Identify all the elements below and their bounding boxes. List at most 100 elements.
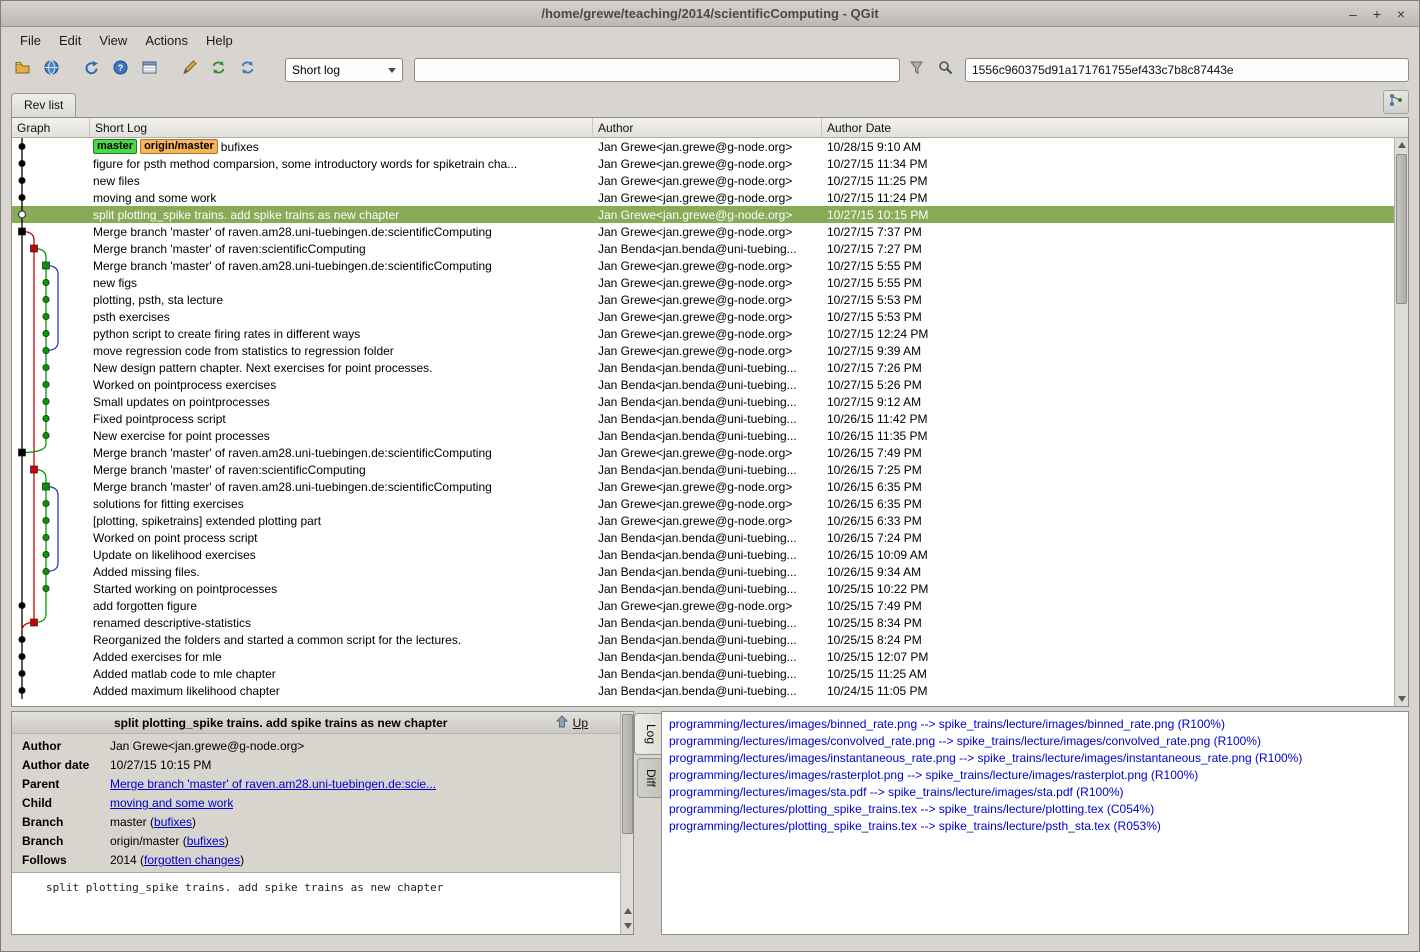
commit-log-text: new figs [93, 276, 137, 290]
commit-row[interactable]: Merge branch 'master' of raven.am28.uni-… [12, 444, 1394, 461]
menu-help[interactable]: Help [197, 30, 242, 51]
commit-row[interactable]: New exercise for point processesJan Bend… [12, 427, 1394, 444]
browse-web-button[interactable] [38, 57, 64, 83]
commit-row[interactable]: Update on likelihood exercisesJan Benda<… [12, 546, 1394, 563]
up-button[interactable]: Up [555, 715, 588, 731]
scroll-thumb[interactable] [1396, 154, 1407, 304]
tab-rev-list[interactable]: Rev list [11, 93, 76, 117]
commit-row[interactable]: Reorganized the folders and started a co… [12, 631, 1394, 648]
commit-row[interactable]: Added maximum likelihood chapterJan Bend… [12, 682, 1394, 699]
commit-row[interactable]: Started working on pointprocessesJan Ben… [12, 580, 1394, 597]
help-button[interactable]: ? [107, 57, 133, 83]
detail-field-label: Author date [22, 756, 110, 775]
commit-log-text: add forgotten figure [93, 599, 197, 613]
commit-row[interactable]: add forgotten figureJan Grewe<jan.grewe@… [12, 597, 1394, 614]
menu-actions[interactable]: Actions [136, 30, 197, 51]
commit-row[interactable]: move regression code from statistics to … [12, 342, 1394, 359]
commit-author: Jan Grewe<jan.grewe@g-node.org> [593, 140, 822, 154]
minimize-button[interactable]: – [1341, 4, 1365, 24]
detail-scroll-thumb[interactable] [622, 714, 633, 834]
view-revisions-button[interactable] [136, 57, 162, 83]
commit-row[interactable]: Merge branch 'master' of raven:scientifi… [12, 461, 1394, 478]
detail-link[interactable]: Merge branch 'master' of raven.am28.uni-… [110, 777, 436, 791]
detail-link[interactable]: moving and some work [110, 796, 233, 810]
graph-toggle-button[interactable] [1383, 90, 1409, 114]
detail-scroll-down-icon[interactable] [621, 919, 634, 933]
column-header-graph[interactable]: Graph [12, 118, 90, 137]
detail-link[interactable]: bufixes [187, 834, 225, 848]
diff-file-entry[interactable]: programming/lectures/images/instantaneou… [669, 750, 1401, 767]
commit-row[interactable]: Merge branch 'master' of raven.am28.uni-… [12, 223, 1394, 240]
detail-scroll-up-icon[interactable] [621, 904, 634, 918]
commit-row[interactable]: new figsJan Grewe<jan.grewe@g-node.org>1… [12, 274, 1394, 291]
diff-file-entry[interactable]: programming/lectures/images/sta.pdf --> … [669, 784, 1401, 801]
sha-input[interactable] [965, 58, 1409, 82]
commit-row[interactable]: Added missing files.Jan Benda<jan.benda@… [12, 563, 1394, 580]
commit-log-text: python script to create firing rates in … [93, 327, 360, 341]
graph-cell [12, 206, 90, 223]
filter-input[interactable] [414, 58, 900, 82]
commit-row[interactable]: Merge branch 'master' of raven.am28.uni-… [12, 257, 1394, 274]
commit-author: Jan Grewe<jan.grewe@g-node.org> [593, 344, 822, 358]
commit-date: 10/27/15 9:12 AM [822, 395, 1394, 409]
graph-cell [12, 427, 90, 444]
scroll-up-icon[interactable] [1395, 138, 1408, 152]
close-button[interactable]: × [1389, 4, 1413, 24]
open-repository-button[interactable] [9, 57, 35, 83]
commit-row[interactable]: split plotting_spike trains. add spike t… [12, 206, 1394, 223]
scroll-down-icon[interactable] [1395, 692, 1408, 706]
rev-list-scrollbar[interactable] [1394, 138, 1408, 706]
column-header-author[interactable]: Author [593, 118, 822, 137]
detail-field: ParentMerge branch 'master' of raven.am2… [22, 775, 622, 794]
menu-view[interactable]: View [90, 30, 136, 51]
commit-row[interactable]: plotting, psth, sta lectureJan Grewe<jan… [12, 291, 1394, 308]
commit-author: Jan Benda<jan.benda@uni-tuebing... [593, 548, 822, 562]
commit-row[interactable]: Added matlab code to mle chapterJan Bend… [12, 665, 1394, 682]
find-sha-button[interactable] [932, 57, 958, 83]
commit-row[interactable]: python script to create firing rates in … [12, 325, 1394, 342]
menu-bar: FileEditViewActionsHelp [1, 27, 1419, 53]
diff-file-entry[interactable]: programming/lectures/plotting_spike_trai… [669, 818, 1401, 835]
commit-log: Added exercises for mle [90, 650, 593, 664]
detail-link[interactable]: forgotten changes [144, 853, 240, 867]
commit-row[interactable]: new filesJan Grewe<jan.grewe@g-node.org>… [12, 172, 1394, 189]
fetch-button[interactable] [205, 57, 231, 83]
diff-file-entry[interactable]: programming/lectures/plotting_spike_trai… [669, 801, 1401, 818]
menu-edit[interactable]: Edit [50, 30, 90, 51]
commit-row[interactable]: Worked on point process scriptJan Benda<… [12, 529, 1394, 546]
commit-row[interactable]: moving and some workJan Grewe<jan.grewe@… [12, 189, 1394, 206]
commit-row[interactable]: [plotting, spiketrains] extended plottin… [12, 512, 1394, 529]
commit-row[interactable]: Fixed pointprocess scriptJan Benda<jan.b… [12, 410, 1394, 427]
commit-row[interactable]: Worked on pointprocess exercisesJan Bend… [12, 376, 1394, 393]
edit-file-button[interactable] [176, 57, 202, 83]
detail-link[interactable]: bufixes [154, 815, 192, 829]
column-header-short-log[interactable]: Short Log [90, 118, 593, 137]
commit-row[interactable]: psth exercisesJan Grewe<jan.grewe@g-node… [12, 308, 1394, 325]
commit-row[interactable]: Merge branch 'master' of raven:scientifi… [12, 240, 1394, 257]
menu-file[interactable]: File [11, 30, 50, 51]
graph-cell [12, 172, 90, 189]
detail-scrollbar[interactable] [620, 712, 633, 934]
commit-row[interactable]: solutions for fitting exercisesJan Grewe… [12, 495, 1394, 512]
maximize-button[interactable]: + [1365, 4, 1389, 24]
commit-row[interactable]: figure for psth method comparsion, some … [12, 155, 1394, 172]
commit-row[interactable]: Added exercises for mleJan Benda<jan.ben… [12, 648, 1394, 665]
graph-cell [12, 665, 90, 682]
go-back-button[interactable] [78, 57, 104, 83]
highlight-filter-button[interactable] [903, 57, 929, 83]
diff-file-entry[interactable]: programming/lectures/images/binned_rate.… [669, 716, 1401, 733]
commit-row[interactable]: Merge branch 'master' of raven.am28.uni-… [12, 478, 1394, 495]
commit-log-text: bufixes [221, 140, 259, 154]
side-tab-diff[interactable]: Diff [637, 758, 661, 798]
commit-row[interactable]: New design pattern chapter. Next exercis… [12, 359, 1394, 376]
diff-file-entry[interactable]: programming/lectures/images/rasterplot.p… [669, 767, 1401, 784]
view-mode-combo[interactable]: Short log [285, 58, 403, 82]
diff-file-entry[interactable]: programming/lectures/images/convolved_ra… [669, 733, 1401, 750]
commit-row[interactable]: Small updates on pointprocessesJan Benda… [12, 393, 1394, 410]
commit-row[interactable]: renamed descriptive-statisticsJan Benda<… [12, 614, 1394, 631]
column-header-author-date[interactable]: Author Date [822, 118, 1408, 137]
side-tab-log[interactable]: Log [634, 713, 661, 755]
commit-author: Jan Grewe<jan.grewe@g-node.org> [593, 276, 822, 290]
commit-row[interactable]: masterorigin/masterbufixesJan Grewe<jan.… [12, 138, 1394, 155]
push-button[interactable] [234, 57, 260, 83]
